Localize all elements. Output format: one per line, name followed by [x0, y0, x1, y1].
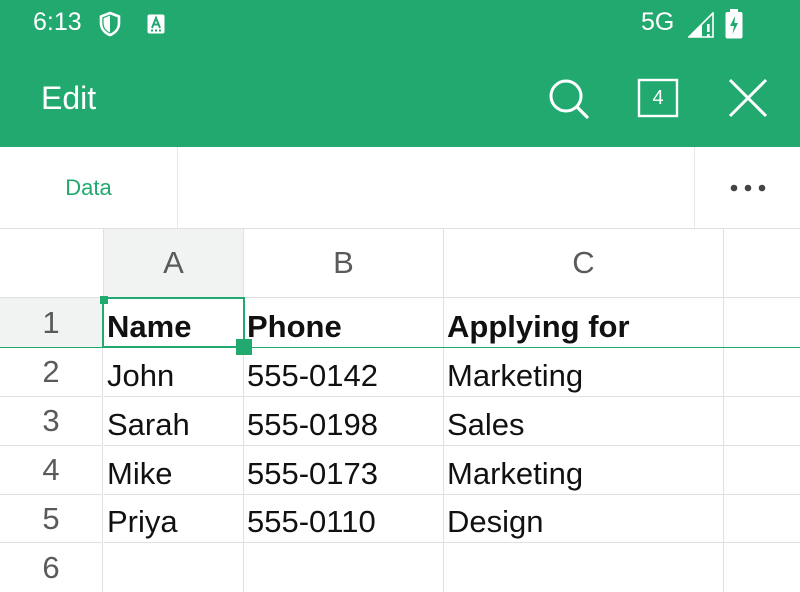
cell-a3[interactable]: Sarah — [104, 397, 244, 446]
cell-a1[interactable]: Name — [104, 298, 244, 348]
cell-a4[interactable]: Mike — [104, 446, 244, 495]
cell-d4[interactable] — [724, 446, 800, 495]
cell-c2[interactable]: Marketing — [444, 348, 724, 397]
cell-d2[interactable] — [724, 348, 800, 397]
row-header-4[interactable]: 4 — [0, 446, 103, 495]
network-type: 5G — [641, 8, 675, 36]
row-header-1[interactable]: 1 — [0, 298, 103, 348]
column-header-a[interactable]: A — [104, 229, 244, 298]
status-time: 6:13 — [33, 8, 82, 36]
column-header-d[interactable] — [724, 229, 800, 298]
tab-data[interactable]: Data — [0, 147, 178, 228]
cell-b5[interactable]: 555-0110 — [244, 495, 444, 543]
selected-row-indicator — [0, 347, 800, 348]
search-icon[interactable] — [544, 74, 592, 122]
column-header-b[interactable]: B — [244, 229, 444, 298]
cell-b2[interactable]: 555-0142 — [244, 348, 444, 397]
selection-handle-end[interactable] — [236, 339, 252, 355]
signal-icon — [688, 12, 714, 38]
cell-d5[interactable] — [724, 495, 800, 543]
cell-a5[interactable]: Priya — [104, 495, 244, 543]
app-bar: 6:13 5G Edit 4 — [0, 0, 800, 147]
sheets-button[interactable]: 4 — [634, 74, 682, 122]
shield-icon — [99, 11, 121, 37]
more-button[interactable] — [694, 147, 800, 228]
status-bar: 6:13 5G — [0, 0, 800, 48]
cell-a6[interactable] — [104, 543, 244, 592]
row-header-3[interactable]: 3 — [0, 397, 103, 446]
row-header-2[interactable]: 2 — [0, 348, 103, 397]
cell-b1[interactable]: Phone — [244, 298, 444, 348]
cell-d6[interactable] — [724, 543, 800, 592]
cell-c5[interactable]: Design — [444, 495, 724, 543]
ribbon-tabs: Data — [0, 147, 800, 229]
cell-b3[interactable]: 555-0198 — [244, 397, 444, 446]
more-horizontal-icon — [730, 184, 765, 191]
selection-handle-start[interactable] — [100, 296, 108, 304]
battery-charging-icon — [725, 9, 743, 39]
corner-cell[interactable] — [0, 229, 104, 298]
cell-c1[interactable]: Applying for — [444, 298, 724, 348]
cell-d1[interactable] — [724, 298, 800, 348]
cell-c3[interactable]: Sales — [444, 397, 724, 446]
cell-a2[interactable]: John — [104, 348, 244, 397]
row-header-6[interactable]: 6 — [0, 543, 103, 592]
column-header-c[interactable]: C — [444, 229, 724, 298]
cell-d3[interactable] — [724, 397, 800, 446]
sheet-count: 4 — [652, 86, 664, 109]
cell-c4[interactable]: Marketing — [444, 446, 724, 495]
accessibility-a-icon — [147, 14, 165, 34]
cell-b4[interactable]: 555-0173 — [244, 446, 444, 495]
row-header-5[interactable]: 5 — [0, 495, 103, 543]
cell-c6[interactable] — [444, 543, 724, 592]
spreadsheet-grid: A B C 1 Name Phone Applying for 2 John 5… — [0, 229, 800, 592]
close-icon[interactable] — [724, 74, 772, 122]
cell-b6[interactable] — [244, 543, 444, 592]
page-title: Edit — [41, 80, 97, 116]
